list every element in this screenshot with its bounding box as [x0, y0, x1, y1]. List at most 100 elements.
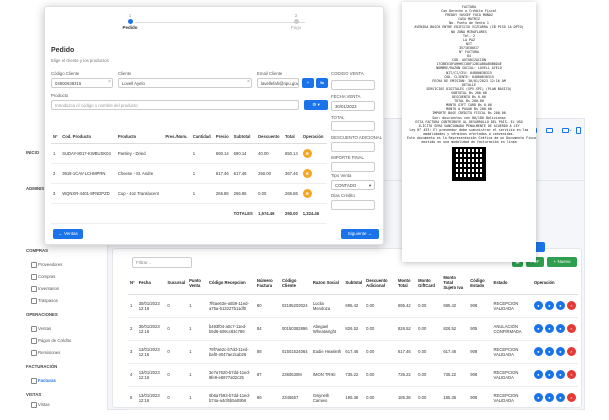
- nuevo-label: Nuevo: [557, 259, 571, 264]
- sidebar-item-inventarios[interactable]: Inventarios: [30, 286, 59, 292]
- cancel-icon[interactable]: ×: [566, 324, 576, 333]
- print-icon[interactable]: ●: [544, 324, 554, 333]
- table-row[interactable]: 2 30/01/2023 12:16 0 1 b493f04-a0c7-11ed-b5d…: [128, 317, 578, 341]
- product-column-header[interactable]: Producto: [115, 130, 164, 144]
- codigo-cliente-field[interactable]: 04800638315: [51, 78, 113, 88]
- send-icon[interactable]: ●: [555, 370, 565, 379]
- column-header[interactable]: Subtotal: [343, 272, 365, 295]
- descuento-field[interactable]: [331, 142, 375, 152]
- column-header[interactable]: Estado: [491, 272, 532, 295]
- tipo-venta-select[interactable]: CONTADO ▾: [331, 180, 375, 190]
- sidebar-item-ventas[interactable]: Ventas: [30, 326, 51, 332]
- document-icon[interactable]: [576, 127, 581, 134]
- product-column-header[interactable]: Cantidad: [190, 130, 214, 144]
- view-icon[interactable]: ●: [533, 393, 543, 402]
- table-row[interactable]: 5 13/01/2023 12:16 0 1 0b6a7b93-b7dd-11ed-b7…: [128, 386, 578, 410]
- sidebar-section-inicio[interactable]: INICIO: [26, 150, 39, 155]
- column-header[interactable]: Descuento Adicional: [364, 272, 396, 295]
- table-row[interactable]: 3 13/01/2023 12:16 0 1 79f7a62c-b7dd-11ed-ba…: [128, 340, 578, 364]
- cancel-icon[interactable]: ×: [566, 347, 576, 356]
- folder-open-icon[interactable]: [546, 128, 553, 133]
- send-icon[interactable]: ●: [555, 347, 565, 356]
- product-cell: 617.46: [231, 163, 257, 184]
- collapse-chevron-icon[interactable]: ⌄: [568, 126, 573, 133]
- product-column-header[interactable]: Total: [283, 130, 301, 144]
- step-pago[interactable]: 2 Pago: [281, 13, 311, 30]
- print-icon[interactable]: ●: [544, 393, 554, 402]
- producto-input[interactable]: Introduzca el código o nombre del produc…: [51, 100, 299, 110]
- sidebar-item-vistas[interactable]: Vistas: [31, 402, 50, 408]
- column-header[interactable]: Razon Social: [310, 272, 344, 295]
- table-cell: 185.36: [395, 386, 417, 410]
- view-icon[interactable]: ●: [533, 301, 543, 310]
- column-header[interactable]: Código Cliente: [279, 272, 311, 295]
- sidebar-item-pagos-credito[interactable]: Pagos de Crédito: [30, 338, 71, 344]
- edit-client-button[interactable]: ⇆: [316, 78, 328, 88]
- send-icon[interactable]: ●: [555, 301, 565, 310]
- trash-icon[interactable]: ✖: [302, 168, 312, 178]
- send-icon[interactable]: ●: [555, 324, 565, 333]
- product-cell: 1: [190, 143, 214, 164]
- sidebar-item-remisiones[interactable]: Remisiones: [30, 350, 60, 356]
- product-row[interactable]: 2 3918-1CAV-LCHMPRN Cheese - St. Andre 1 617…: [51, 163, 327, 184]
- table-row[interactable]: 4 13/01/2023 12:16 0 1 3e7a7620-b7dd-11ed-8f…: [128, 363, 578, 387]
- trash-icon[interactable]: ✖: [302, 148, 312, 158]
- column-header[interactable]: Fecha: [136, 272, 166, 295]
- trash-icon[interactable]: ✖: [302, 188, 312, 198]
- clear-field-icon-2[interactable]: ×: [247, 79, 250, 85]
- product-column-header[interactable]: Descuento: [256, 130, 284, 144]
- sidebar-item-compras[interactable]: Compras: [30, 274, 55, 280]
- product-column-header[interactable]: Precio: [213, 130, 232, 144]
- column-header[interactable]: Código Recepcion: [206, 272, 255, 295]
- print-icon[interactable]: ●: [544, 347, 554, 356]
- table-cell: 1: [187, 386, 207, 410]
- product-column-header[interactable]: Operación: [300, 130, 327, 144]
- next-siguiente-button[interactable]: Siguiente →: [341, 229, 379, 239]
- email-field[interactable]: lavellefah@npu.gov: [257, 78, 299, 88]
- cancel-icon[interactable]: ×: [566, 370, 576, 379]
- invoice-receipt: FACTURA Con Derecho a Crédito Fiscal FREDD…: [402, 2, 536, 262]
- plus-icon: +: [306, 80, 310, 85]
- product-row[interactable]: 3 WQNXR-4401-8FNDPZD Cup - 4oz Translucent…: [51, 183, 327, 204]
- link-icon: ⇆: [320, 80, 324, 85]
- prev-ventas-button[interactable]: ← Ventas: [53, 229, 83, 239]
- table-cell: 4: [128, 363, 137, 387]
- product-column-header[interactable]: Cod. Producto: [60, 130, 116, 144]
- nuevo-button[interactable]: + Nuevo: [547, 257, 577, 267]
- sidebar-item-proveedores[interactable]: Proveedores: [30, 262, 62, 268]
- clear-field-icon[interactable]: ×: [108, 79, 111, 85]
- table-cell: RECEPCION VALIDADA: [491, 340, 532, 364]
- view-icon[interactable]: ●: [533, 324, 543, 333]
- column-header[interactable]: Monto Total Sujeto Iva: [441, 272, 469, 295]
- send-icon[interactable]: ●: [555, 393, 565, 402]
- column-header[interactable]: Punto Venta: [187, 272, 207, 295]
- print-icon[interactable]: ●: [544, 370, 554, 379]
- column-header[interactable]: Monto Total: [395, 272, 417, 295]
- column-header[interactable]: N°: [128, 272, 137, 295]
- add-client-button[interactable]: +: [302, 78, 314, 88]
- product-column-header[interactable]: Pres./Num.: [163, 130, 191, 144]
- dias-credito-field[interactable]: [331, 200, 375, 210]
- sidebar-item-traspasos[interactable]: Traspasos: [31, 298, 58, 304]
- sidebar-item-facturas[interactable]: Facturas: [31, 378, 56, 384]
- product-column-header[interactable]: Subtotal: [231, 130, 257, 144]
- producto-options-button[interactable]: ⚙ ▾: [304, 100, 328, 110]
- column-header[interactable]: Operación: [531, 272, 578, 295]
- cliente-field[interactable]: Lovell Ayelo: [118, 78, 252, 88]
- view-icon[interactable]: ●: [533, 370, 543, 379]
- codigo-venta-field[interactable]: [331, 80, 375, 90]
- view-icon[interactable]: ●: [533, 347, 543, 356]
- column-header[interactable]: Número Factura: [254, 272, 280, 295]
- table-row[interactable]: 1 30/01/2023 12:16 0 1 7f6ae63e-a5b9-11ed-a7…: [128, 294, 578, 318]
- column-header[interactable]: Código Estado: [468, 272, 492, 295]
- fecha-venta-field[interactable]: 30/01/2023: [331, 101, 375, 111]
- print-icon[interactable]: ●: [544, 301, 554, 310]
- product-column-header[interactable]: N°: [51, 130, 61, 144]
- table-cell: b493f04-a0c7-11ed-b5d6-509cc83c789: [206, 317, 255, 341]
- product-row[interactable]: 1 SUDAY-8017-KWBUSK04 Parsley - Dried 1 690.…: [51, 143, 327, 164]
- cancel-icon[interactable]: ×: [566, 393, 576, 402]
- column-header[interactable]: Sucursal: [165, 272, 188, 295]
- filter-input[interactable]: Filtrar...: [132, 257, 192, 268]
- column-header[interactable]: Monto GiftCard: [416, 272, 442, 295]
- cancel-icon[interactable]: ×: [566, 301, 576, 310]
